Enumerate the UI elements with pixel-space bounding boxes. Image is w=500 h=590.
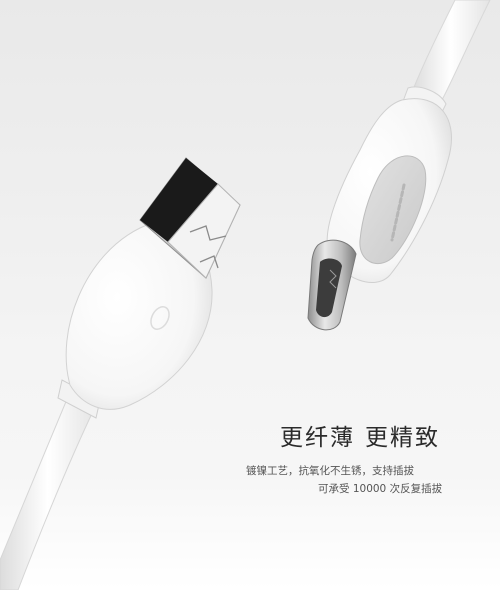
description-line1: 镀镍工艺，抗氧化不生锈，支持插拔 [246, 465, 414, 477]
usb-cable-photo [0, 0, 491, 590]
headline-part2: 更精致 [365, 425, 440, 451]
product-banner: 更纤薄 更精致 镀镍工艺，抗氧化不生锈，支持插拔 可承受 10000 次反复插拔 [0, 0, 500, 590]
feature-description: 镀镍工艺，抗氧化不生锈，支持插拔 可承受 10000 次反复插拔 [246, 462, 442, 498]
headline-part1: 更纤薄 [280, 425, 355, 451]
headline: 更纤薄 更精致 [280, 418, 440, 452]
description-line2: 可承受 10000 次反复插拔 [318, 483, 443, 495]
